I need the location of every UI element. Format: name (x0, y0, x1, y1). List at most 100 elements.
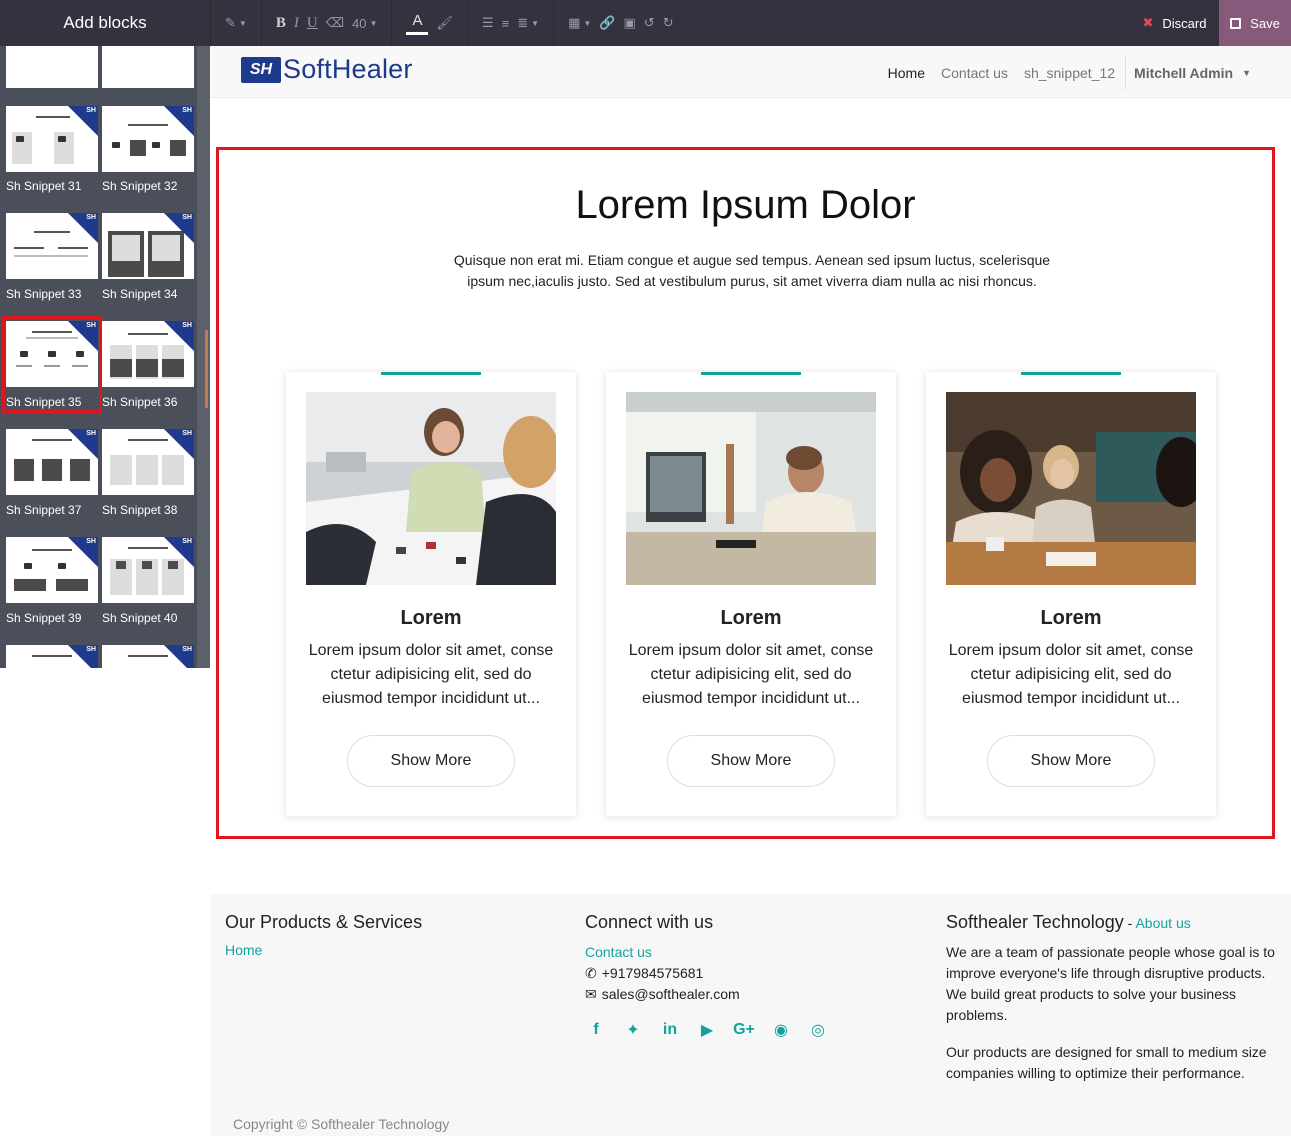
selected-snippet-section[interactable]: Lorem Ipsum Dolor Quisque non erat mi. E… (216, 147, 1275, 839)
undo-icon[interactable]: ↺ (644, 15, 655, 31)
github-icon[interactable]: ◉ (770, 1019, 792, 1041)
snippet-label: Sh Snippet 37 (6, 503, 82, 517)
youtube-icon[interactable]: ▶ (696, 1019, 718, 1041)
google-plus-icon[interactable]: G+ (733, 1019, 755, 1041)
magic-wand-icon[interactable]: ✎ ▼ (225, 15, 247, 31)
nav-links: Home Contact us sh_snippet_12 Mitchell A… (880, 56, 1251, 90)
phone-number: +917984575681 (601, 965, 704, 981)
snippet-label: Sh Snippet 31 (6, 179, 82, 193)
snippet-sidebar[interactable]: Sh Snippet 29 Sh Snippet 30 SH SH Sh Sni… (0, 46, 210, 668)
card-text: Lorem ipsum dolor sit amet, conse ctetur… (628, 642, 874, 707)
card-image-meeting (306, 392, 556, 585)
ordered-list-icon[interactable]: ≡ (502, 16, 510, 31)
site-footer: Our Products & Services Home Connect wit… (210, 894, 1291, 1136)
user-menu[interactable]: Mitchell Admin ▼ (1125, 56, 1251, 90)
about-paragraph: We are a team of passionate people whose… (946, 944, 1275, 1023)
social-links: f ✦ in ▶ G+ ◉ ◎ (585, 1019, 915, 1041)
navbar: SH SoftHealer Home Contact us sh_snippet… (210, 46, 1291, 98)
snippet-label: Sh Snippet 29 (6, 72, 82, 86)
show-more-button[interactable]: Show More (987, 735, 1155, 787)
font-size-dropdown[interactable]: 40 ▼ (352, 16, 377, 31)
section-title: Lorem Ipsum Dolor (575, 183, 916, 227)
file-icon[interactable]: ▣ (623, 15, 635, 31)
footer-connect: Connect with us Contact us ✆ +9179845756… (585, 912, 915, 1041)
brand-logo[interactable]: SH SoftHealer (241, 54, 413, 85)
align-dropdown[interactable]: ≣ ▼ (517, 15, 539, 31)
snippet-thumbnail-37[interactable]: SH (6, 429, 98, 495)
footer-heading: Softhealer Technology - About us (946, 912, 1281, 933)
footer-phone: ✆ +917984575681 (585, 963, 915, 984)
unordered-list-icon[interactable]: ☰ (482, 15, 494, 31)
about-paragraph: Our products are designed for small to m… (946, 1044, 1267, 1081)
feature-card: Lorem Lorem ipsum dolor sit amet, conse … (286, 372, 576, 816)
snippet-label: Sh Snippet 40 (102, 611, 178, 625)
instagram-icon[interactable]: ◎ (807, 1019, 829, 1041)
font-color-button[interactable]: A (406, 12, 429, 35)
snippet-thumbnail-42[interactable]: SH (102, 645, 194, 668)
snippet-label: Sh Snippet 30 (102, 72, 178, 86)
brand-name: SoftHealer (283, 54, 413, 84)
paint-brush-icon[interactable]: 🖌 (436, 15, 453, 31)
show-more-button[interactable]: Show More (667, 735, 835, 787)
feature-card: Lorem Lorem ipsum dolor sit amet, conse … (926, 372, 1216, 816)
snippet-thumbnail-32[interactable]: SH (102, 106, 194, 172)
snippet-label: Sh Snippet 33 (6, 287, 82, 301)
company-name: Softhealer Technology (946, 912, 1124, 932)
twitter-icon[interactable]: ✦ (622, 1019, 644, 1041)
brand-mark: SH (241, 56, 281, 83)
link-icon[interactable]: 🔗 (599, 15, 615, 31)
show-more-button[interactable]: Show More (347, 735, 515, 787)
snippet-thumbnail-34[interactable]: SH (102, 213, 194, 279)
envelope-icon: ✉ (585, 986, 597, 1002)
redo-icon[interactable]: ↻ (663, 15, 674, 31)
snippet-thumbnail-39[interactable]: SH (6, 537, 98, 603)
text-toolbar: ✎ ▼ B I U ⌫ 40 ▼ A 🖌 ☰ ≡ ≣ ▼ ▦ ▼ 🔗 ▣ ↺ ↻ (210, 0, 688, 46)
italic-button[interactable]: I (294, 15, 299, 32)
snippet-thumbnail-41[interactable]: SH (6, 645, 98, 668)
user-name: Mitchell Admin (1134, 65, 1234, 81)
snippet-thumbnail-40[interactable]: SH (102, 537, 194, 603)
nav-link-snippet[interactable]: sh_snippet_12 (1024, 65, 1115, 81)
floppy-disk-icon (1230, 17, 1242, 29)
card-title: Lorem (720, 607, 782, 629)
feature-card: Lorem Lorem ipsum dolor sit amet, conse … (606, 372, 896, 816)
footer-about: Softhealer Technology - About us We are … (946, 912, 1281, 1084)
underline-button[interactable]: U (307, 15, 318, 32)
sidebar-scrollbar[interactable] (197, 46, 210, 668)
eraser-icon[interactable]: ⌫ (326, 15, 344, 31)
card-text: Lorem ipsum dolor sit amet, conse ctetur… (948, 642, 1194, 707)
snippet-thumbnail-31[interactable]: SH (6, 106, 98, 172)
email-address: sales@softhealer.com (601, 986, 740, 1002)
snippet-label: Sh Snippet 34 (102, 287, 178, 301)
chevron-down-icon: ▼ (1242, 68, 1251, 78)
bold-button[interactable]: B (276, 15, 286, 32)
sidebar-scroll-thumb[interactable] (205, 330, 208, 408)
footer-link-about[interactable]: About us (1135, 915, 1190, 931)
save-button[interactable]: Save (1219, 0, 1291, 46)
snippet-thumbnail-33[interactable]: SH (6, 213, 98, 279)
footer-link-home[interactable]: Home (225, 942, 262, 958)
card-image-office (626, 392, 876, 585)
snippet-thumbnail-36[interactable]: SH (102, 321, 194, 387)
card-accent-bar (1021, 372, 1121, 375)
toolbar-group-lists: ☰ ≡ ≣ ▼ (467, 0, 553, 46)
footer-link-contact[interactable]: Contact us (585, 942, 652, 963)
snippet-label: Sh Snippet 36 (102, 395, 178, 409)
phone-icon: ✆ (585, 965, 597, 981)
section-lead: Quisque non erat mi. Etiam congue et aug… (453, 252, 1051, 289)
nav-link-contact[interactable]: Contact us (941, 65, 1008, 81)
snippet-label: Sh Snippet 35 (6, 395, 82, 409)
card-title: Lorem (1040, 607, 1102, 629)
nav-link-home[interactable]: Home (888, 65, 925, 81)
toolbar-group-style: ✎ ▼ (210, 0, 261, 46)
linkedin-icon[interactable]: in (659, 1019, 681, 1041)
footer-email: ✉ sales@softhealer.com (585, 984, 915, 1005)
footer-heading: Our Products & Services (225, 912, 423, 932)
toolbar-group-insert: ▦ ▼ 🔗 ▣ ↺ ↻ (553, 0, 688, 46)
discard-label: Discard (1162, 15, 1207, 31)
snippet-thumbnail-38[interactable]: SH (102, 429, 194, 495)
save-label: Save (1250, 15, 1280, 31)
facebook-icon[interactable]: f (585, 1019, 607, 1041)
discard-button[interactable]: ✖ Discard (1130, 0, 1219, 46)
table-icon[interactable]: ▦ ▼ (568, 15, 591, 31)
